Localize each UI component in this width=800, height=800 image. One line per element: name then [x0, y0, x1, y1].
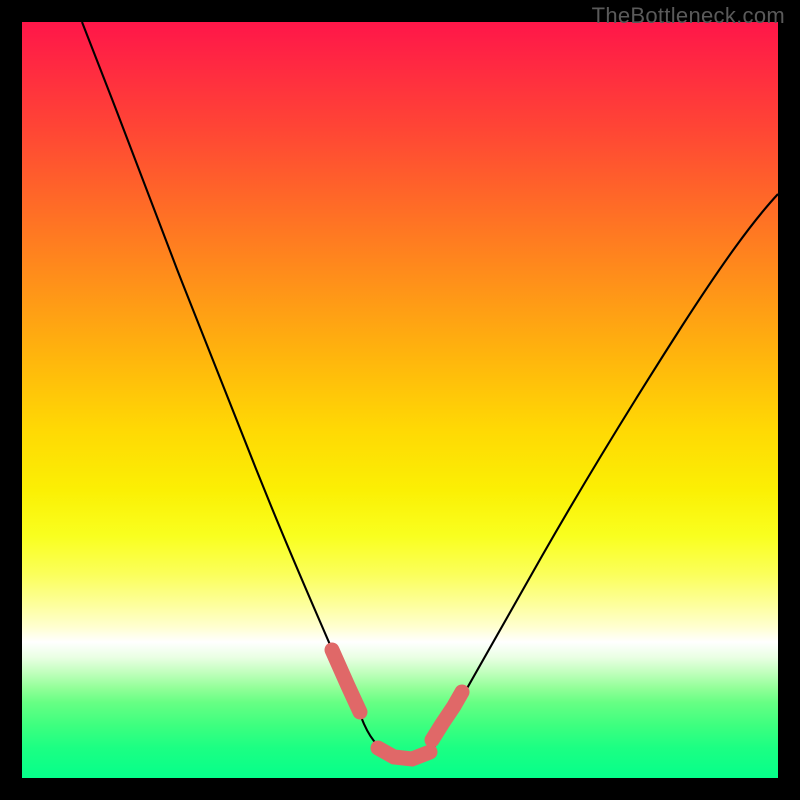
highlight-left [332, 650, 360, 712]
curve-path [82, 22, 778, 760]
highlight-bottom [378, 748, 430, 759]
highlight-right [432, 692, 462, 740]
watermark-text: TheBottleneck.com [592, 3, 785, 29]
highlight-group [332, 650, 462, 759]
outer-frame: TheBottleneck.com [0, 0, 800, 800]
chart-svg [22, 22, 778, 778]
